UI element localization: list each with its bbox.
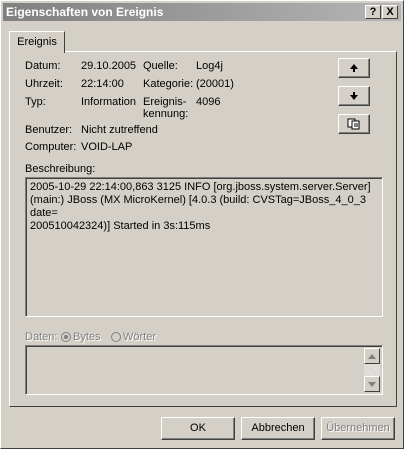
radio-bytes[interactable]: Bytes [61, 331, 101, 343]
typ-value: Information [81, 96, 137, 108]
title-bar: Eigenschaften von Ereignis ? X [3, 3, 401, 21]
computer-value: VOID-LAP [81, 141, 133, 153]
radio-bytes-label: Bytes [73, 331, 101, 343]
benutzer-label: Benutzer: [25, 124, 73, 136]
uhrzeit-value: 22:14:00 [81, 78, 124, 90]
quelle-value: Log4j [196, 60, 223, 72]
kennung-label-1: Ereignis- [143, 96, 187, 108]
next-event-button[interactable] [338, 86, 370, 106]
help-button[interactable]: ? [365, 5, 381, 19]
description-textbox[interactable]: 2005-10-29 22:14:00,863 3125 INFO [org.j… [25, 177, 383, 317]
radio-words-label: Wörter [123, 331, 156, 343]
quelle-label: Quelle: [143, 60, 178, 72]
uhrzeit-label: Uhrzeit: [25, 78, 63, 90]
previous-event-button[interactable] [338, 58, 370, 78]
scroll-up-icon [368, 353, 376, 359]
kennung-value: 4096 [196, 96, 221, 108]
datum-label: Datum: [25, 60, 61, 72]
data-textbox[interactable] [25, 345, 383, 395]
arrow-down-icon [350, 92, 358, 100]
apply-button[interactable]: Übernehmen [321, 417, 395, 440]
benutzer-value: Nicht zutreffend [81, 124, 158, 136]
data-scrollbar[interactable] [364, 348, 380, 392]
scroll-down-icon [368, 381, 376, 387]
copy-icon [347, 118, 360, 130]
tab-ereignis[interactable]: Ereignis [9, 31, 65, 53]
data-label: Daten: [25, 331, 58, 343]
kategorie-value: (20001) [196, 78, 234, 90]
datum-value: 29.10.2005 [81, 60, 137, 72]
scroll-down-button[interactable] [364, 376, 380, 392]
kategorie-label: Kategorie: [143, 78, 194, 90]
properties-dialog: Eigenschaften von Ereignis ? X Ereignis … [0, 0, 404, 449]
window-title: Eigenschaften von Ereignis [6, 5, 164, 19]
radio-words-indicator [111, 332, 121, 342]
cancel-button[interactable]: Abbrechen [241, 417, 315, 440]
typ-label: Typ: [25, 96, 46, 108]
copy-button[interactable] [338, 114, 370, 134]
scroll-up-button[interactable] [364, 348, 380, 364]
kennung-label-2: kennung: [143, 108, 189, 120]
ok-button[interactable]: OK [161, 417, 235, 440]
description-label: Beschreibung: [25, 163, 96, 175]
description-line: (main:) JBoss (MX MicroKernel) [4.0.3 (b… [30, 194, 366, 219]
description-line: 200510042324)] Started in 3s:115ms [30, 220, 211, 232]
arrow-up-icon [350, 64, 358, 72]
computer-label: Computer: [25, 141, 77, 153]
radio-bytes-indicator [61, 332, 71, 342]
description-line: 2005-10-29 22:14:00,863 3125 INFO [org.j… [30, 181, 371, 193]
radio-words[interactable]: Wörter [111, 331, 156, 343]
close-button[interactable]: X [382, 5, 398, 19]
